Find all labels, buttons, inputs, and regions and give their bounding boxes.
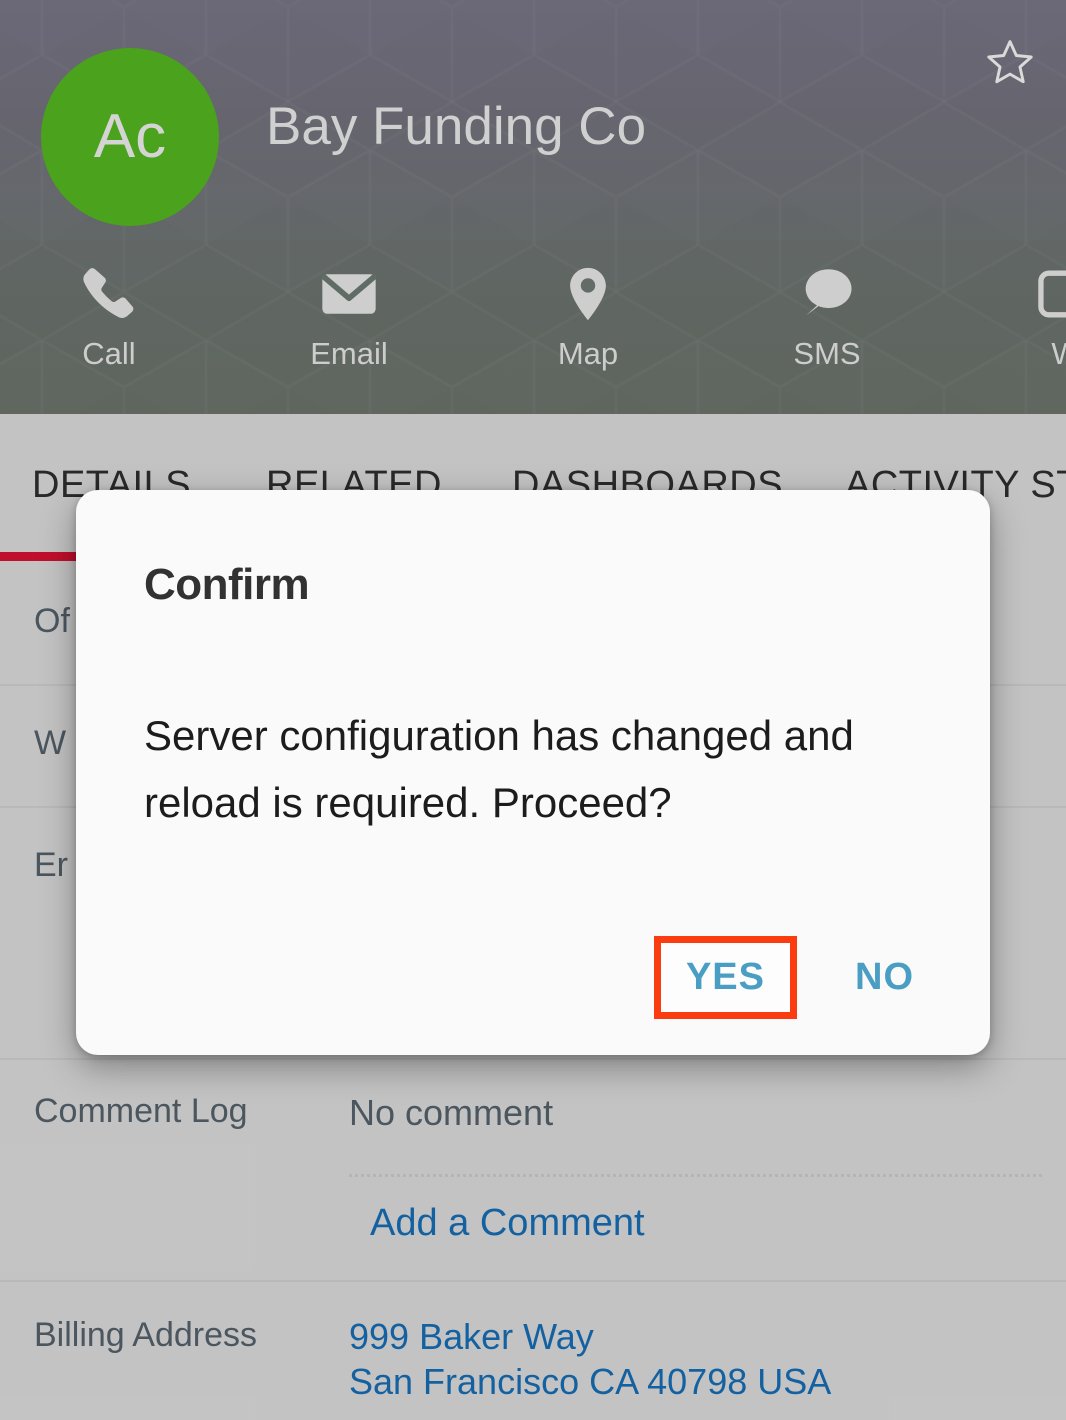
web-card-icon <box>991 262 1066 326</box>
star-outline-icon[interactable] <box>984 36 1036 88</box>
detail-row-label: Of <box>34 602 70 640</box>
dialog-actions: YES NO <box>653 936 940 1019</box>
record-header: Ac Bay Funding Co Call Email Map SMS W <box>0 0 1066 414</box>
action-label: Map <box>557 336 619 371</box>
action-label: Email <box>310 336 388 371</box>
action-email[interactable]: Email <box>274 262 424 369</box>
confirm-dialog: Confirm Server configuration has changed… <box>76 490 990 1055</box>
action-label: SMS <box>793 336 861 371</box>
speech-bubble-icon <box>752 262 902 326</box>
action-call[interactable]: Call <box>34 262 184 369</box>
dotted-divider <box>349 1174 1042 1177</box>
action-label: Call <box>82 336 136 371</box>
app-screen: Ac Bay Funding Co Call Email Map SMS W D… <box>0 0 1066 1420</box>
detail-row-label: Comment Log <box>34 1092 248 1130</box>
detail-row-value: No comment <box>349 1092 554 1133</box>
billing-address-value[interactable]: 999 Baker Way San Francisco CA 40798 USA <box>349 1314 831 1404</box>
map-pin-icon <box>513 262 663 326</box>
page-title: Bay Funding Co <box>266 97 647 156</box>
envelope-icon <box>274 262 424 326</box>
avatar[interactable]: Ac <box>41 48 219 226</box>
billing-address-row[interactable]: Billing Address 999 Baker Way San Franci… <box>0 1282 1066 1420</box>
action-sms[interactable]: SMS <box>752 262 902 369</box>
action-map[interactable]: Map <box>513 262 663 369</box>
phone-icon <box>34 262 184 326</box>
comment-log-row[interactable]: Comment Log No comment Add a Comment <box>0 1060 1066 1282</box>
detail-row-label: Er <box>34 846 68 884</box>
no-button[interactable]: NO <box>829 942 940 1013</box>
detail-row-label: W <box>34 724 67 762</box>
dialog-message: Server configuration has changed and rel… <box>144 712 854 827</box>
yes-button[interactable]: YES <box>653 936 798 1019</box>
add-comment-link[interactable]: Add a Comment <box>370 1202 645 1245</box>
quick-actions-bar: Call Email Map SMS W <box>0 262 1066 392</box>
detail-row-label: Billing Address <box>34 1316 258 1354</box>
dialog-title: Confirm <box>144 560 310 609</box>
action-label: W <box>1051 336 1066 371</box>
action-web[interactable]: W <box>991 262 1066 369</box>
avatar-initials: Ac <box>93 102 167 171</box>
